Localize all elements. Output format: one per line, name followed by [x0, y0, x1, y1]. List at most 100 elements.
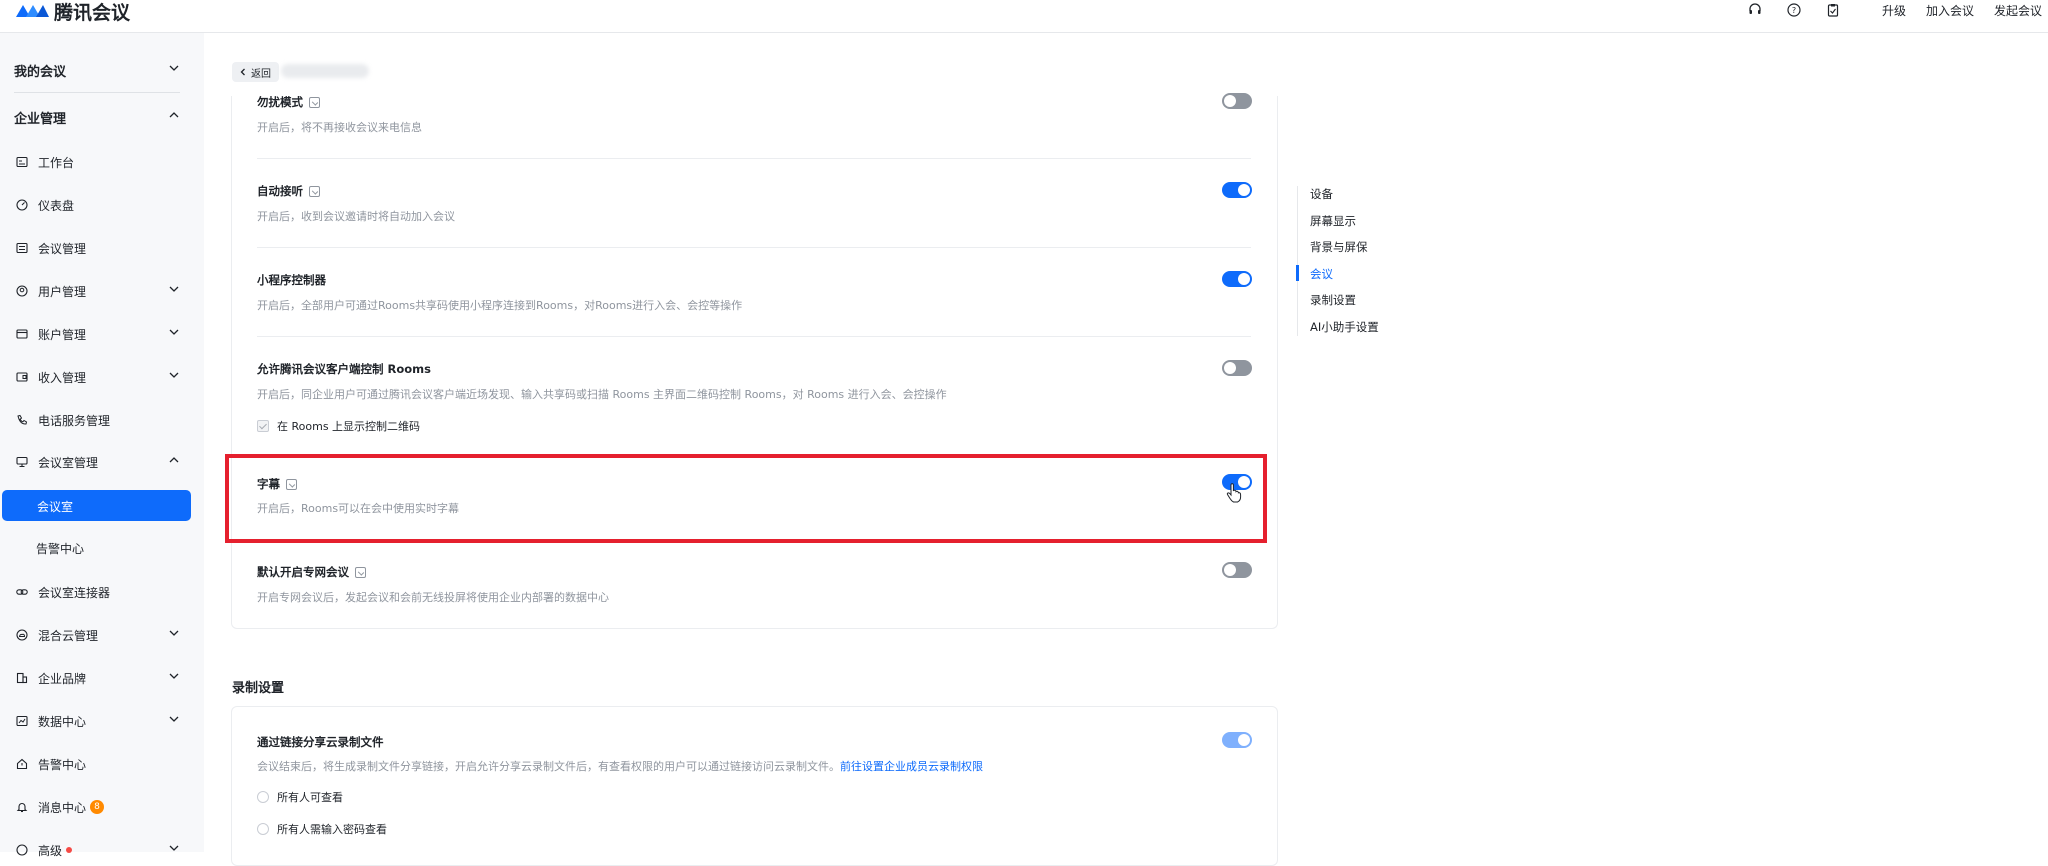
- sidebar-item-income-management[interactable]: 收入管理: [14, 362, 180, 392]
- sidebar-item-room[interactable]: 会议室: [2, 490, 191, 521]
- auto-answer-toggle[interactable]: [1222, 182, 1252, 198]
- alert-house-icon: [14, 756, 30, 772]
- sidebar-item-message-center[interactable]: 消息中心 8: [14, 792, 180, 822]
- sidebar-item-label: 企业品牌: [38, 671, 87, 686]
- sidebar-item-label: 收入管理: [38, 370, 87, 385]
- anchor-item-recording[interactable]: 录制设置: [1310, 292, 1356, 308]
- sidebar-item-label: 账户管理: [38, 327, 87, 342]
- setting-title-auto-answer: 自动接听: [257, 183, 320, 199]
- sidebar-item-brand[interactable]: 企业品牌: [14, 663, 180, 693]
- sidebar-item-label: 会议室连接器: [38, 585, 111, 600]
- anchor-item-ai-assistant[interactable]: AI小助手设置: [1310, 319, 1379, 335]
- info-icon[interactable]: [309, 96, 320, 108]
- sidebar-item-label: 告警中心: [36, 541, 85, 556]
- sidebar-item-alert-center[interactable]: 告警中心: [14, 749, 180, 779]
- setting-title-text: 小程序控制器: [257, 273, 326, 287]
- info-icon[interactable]: [309, 185, 320, 197]
- show-qr-checkbox-row[interactable]: 在 Rooms 上显示控制二维码: [257, 418, 420, 434]
- app-logo[interactable]: 腾讯会议: [14, 0, 130, 24]
- sidebar-item-room-management[interactable]: 会议室管理: [14, 447, 180, 477]
- setting-title-text: 允许腾讯会议客户端控制 Rooms: [257, 362, 431, 376]
- anchor-item-meeting[interactable]: 会议: [1310, 266, 1333, 282]
- info-circle-icon: [14, 842, 30, 858]
- toggle-knob: [1238, 273, 1250, 285]
- building-icon: [14, 670, 30, 686]
- radio-button[interactable]: [257, 791, 269, 803]
- setting-title-private-network: 默认开启专网会议: [257, 564, 366, 580]
- do-not-disturb-toggle[interactable]: [1222, 93, 1252, 109]
- radio-option-everyone[interactable]: 所有人可查看: [257, 789, 343, 805]
- chart-icon: [14, 713, 30, 729]
- sidebar-item-room-connector[interactable]: 会议室连接器: [14, 577, 180, 607]
- anchor-item-display[interactable]: 屏幕显示: [1310, 213, 1356, 229]
- sidebar-item-user-management[interactable]: 用户管理: [14, 276, 180, 306]
- row-divider: [257, 336, 1251, 337]
- anchor-item-background[interactable]: 背景与屏保: [1310, 239, 1368, 255]
- toggle-knob: [1238, 734, 1250, 746]
- join-meeting-link[interactable]: 加入会议: [1926, 2, 1974, 19]
- sidebar-item-label: 会议室: [37, 500, 74, 514]
- sidebar-group-label: 企业管理: [14, 111, 67, 127]
- sidebar-item-meeting-management[interactable]: 会议管理: [14, 233, 180, 263]
- top-bar: 腾讯会议 ? 升级 加入会议 发起会议: [0, 0, 2048, 33]
- sidebar-item-label: 会议室管理: [38, 455, 99, 470]
- chevron-left-icon: [240, 68, 245, 76]
- notification-badge: 8: [90, 800, 105, 814]
- chevron-down-icon: [169, 673, 179, 679]
- svg-text:?: ?: [1792, 6, 1796, 15]
- start-meeting-link[interactable]: 发起会议: [1994, 2, 2042, 19]
- anchor-item-device[interactable]: 设备: [1310, 186, 1333, 202]
- headset-icon[interactable]: [1745, 0, 1765, 20]
- sidebar-item-hybrid-cloud[interactable]: 混合云管理: [14, 620, 180, 650]
- mini-program-toggle[interactable]: [1222, 271, 1252, 287]
- radio-option-password[interactable]: 所有人需输入密码查看: [257, 821, 387, 837]
- sidebar-item-phone-service[interactable]: 电话服务管理: [14, 405, 180, 435]
- tencent-meeting-logo-icon: [16, 5, 49, 17]
- setting-desc-share-recording: 会议结束后，将生成录制文件分享链接，开启允许分享云录制文件后，有查看权限的用户可…: [257, 758, 983, 774]
- sidebar-group-enterprise[interactable]: 企业管理: [14, 99, 180, 135]
- breadcrumb-blurred: [281, 64, 369, 78]
- sidebar-group-my-meetings[interactable]: 我的会议: [14, 52, 180, 88]
- toggle-knob: [1238, 184, 1250, 196]
- wallet-icon: [14, 326, 30, 342]
- sidebar-item-workbench[interactable]: 工作台: [14, 147, 180, 177]
- private-network-toggle[interactable]: [1222, 562, 1252, 578]
- setting-desc: 开启后，收到会议邀请时将自动加入会议: [257, 210, 455, 223]
- income-icon: [14, 369, 30, 385]
- radio-button[interactable]: [257, 823, 269, 835]
- sidebar-item-alert-center-sub[interactable]: 告警中心: [36, 533, 186, 563]
- chevron-down-icon: [169, 630, 179, 636]
- info-icon[interactable]: [355, 566, 366, 578]
- sidebar-group-label: 我的会议: [14, 64, 67, 80]
- sidebar-item-label: 仪表盘: [38, 198, 75, 213]
- show-qr-checkbox[interactable]: [257, 420, 269, 432]
- top-actions: ? 升级 加入会议 发起会议: [1745, 0, 2042, 20]
- setting-desc-text: 会议结束后，将生成录制文件分享链接，开启允许分享云录制文件后，有查看权限的用户可…: [257, 760, 840, 773]
- chevron-down-icon: [169, 372, 179, 378]
- sidebar-item-data-center[interactable]: 数据中心: [14, 706, 180, 736]
- anchor-track: [1297, 186, 1298, 336]
- client-control-toggle[interactable]: [1222, 360, 1252, 376]
- sidebar-item-account-management[interactable]: 账户管理: [14, 319, 180, 349]
- setting-title-text: 勿扰模式: [257, 95, 303, 109]
- share-recording-toggle[interactable]: [1222, 732, 1252, 748]
- sidebar-divider: [14, 92, 180, 93]
- toggle-knob: [1224, 564, 1236, 576]
- chevron-down-icon: [169, 65, 179, 71]
- back-button[interactable]: 返回: [232, 62, 279, 82]
- clipboard-icon[interactable]: [1823, 0, 1843, 20]
- chevron-up-icon: [169, 457, 179, 463]
- setting-title-text: 通过链接分享云录制文件: [257, 735, 384, 749]
- sidebar-item-label: 电话服务管理: [38, 413, 111, 428]
- sidebar-item-advanced[interactable]: 高级: [14, 835, 180, 865]
- chevron-down-icon: [169, 329, 179, 335]
- upgrade-link[interactable]: 升级: [1882, 2, 1906, 19]
- link-icon: [14, 584, 30, 600]
- setting-desc: 开启后，全部用户可通过Rooms共享码使用小程序连接到Rooms，对Rooms进…: [257, 299, 743, 312]
- highlight-box: [225, 454, 1267, 543]
- sidebar-item-dashboard[interactable]: 仪表盘: [14, 190, 180, 220]
- anchor-active-indicator: [1296, 265, 1299, 281]
- help-icon[interactable]: ?: [1784, 0, 1804, 20]
- chevron-down-icon: [169, 286, 179, 292]
- recording-permission-link[interactable]: 前往设置企业成员云录制权限: [840, 760, 983, 773]
